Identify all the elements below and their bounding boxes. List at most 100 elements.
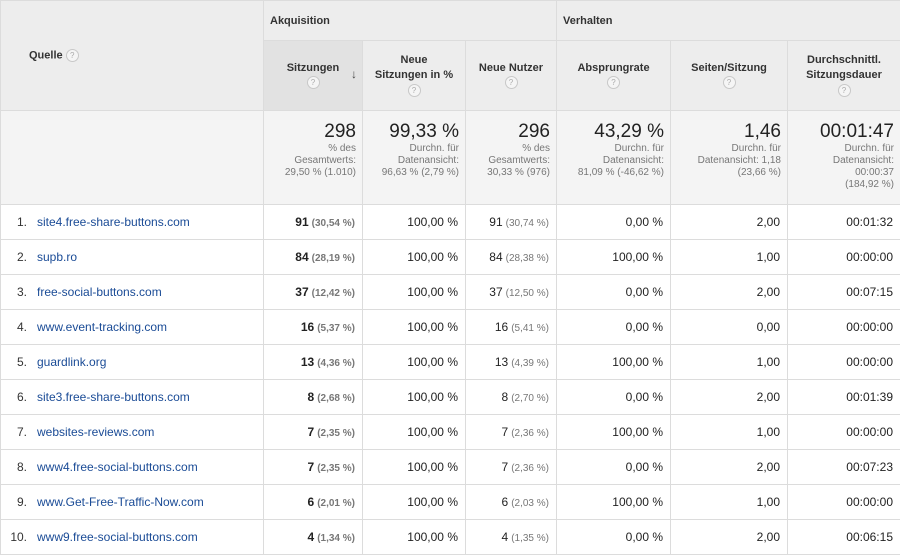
- help-icon[interactable]: ?: [408, 84, 421, 97]
- column-label-avg-duration: Durchschnittl. Sitzungsdauer: [792, 53, 896, 83]
- new-users-value: 91: [489, 215, 502, 229]
- source-cell: 1.site4.free-share-buttons.com: [1, 205, 264, 240]
- avg-duration-cell: 00:01:39: [788, 380, 900, 415]
- avg-duration-cell: 00:07:15: [788, 275, 900, 310]
- source-link[interactable]: websites-reviews.com: [37, 425, 154, 439]
- new-users-percent: (2,70 %): [511, 393, 549, 404]
- new-users-percent: (12,50 %): [506, 288, 549, 299]
- source-link[interactable]: supb.ro: [37, 250, 77, 264]
- sessions-cell: 4(1,34 %): [264, 520, 363, 555]
- sessions-cell: 13(4,36 %): [264, 345, 363, 380]
- sessions-cell: 7(2,35 %): [264, 415, 363, 450]
- source-cell: 8.www4.free-social-buttons.com: [1, 450, 264, 485]
- report-table: Quelle ? Akquisition Verhalten Sitzungen…: [0, 0, 900, 555]
- avg-duration-cell: 00:00:00: [788, 345, 900, 380]
- pages-session-cell: 1,00: [671, 485, 788, 520]
- column-header-new-sessions[interactable]: Neue Sitzungen in % ?: [363, 41, 466, 111]
- new-users-value: 37: [489, 285, 502, 299]
- pages-session-cell: 1,00: [671, 415, 788, 450]
- sessions-value: 6: [308, 495, 315, 509]
- source-link[interactable]: free-social-buttons.com: [37, 285, 162, 299]
- sessions-value: 7: [308, 425, 315, 439]
- totals-pages-session: 1,46 Durchn. für Datenansicht: 1,18 (23,…: [671, 111, 788, 205]
- bounce-rate-cell: 0,00 %: [557, 310, 671, 345]
- sessions-value: 13: [301, 355, 314, 369]
- help-icon[interactable]: ?: [838, 84, 851, 97]
- table-row: 1.site4.free-share-buttons.com 91(30,54 …: [1, 205, 900, 240]
- row-index: 6.: [1, 390, 37, 404]
- sessions-value: 84: [295, 250, 308, 264]
- new-sessions-cell: 100,00 %: [363, 345, 466, 380]
- column-header-pages-session[interactable]: Seiten/Sitzung ?: [671, 41, 788, 111]
- row-index: 7.: [1, 425, 37, 439]
- help-icon[interactable]: ?: [505, 76, 518, 89]
- row-index: 2.: [1, 250, 37, 264]
- sessions-cell: 37(12,42 %): [264, 275, 363, 310]
- new-users-cell: 37 (12,50 %): [466, 275, 557, 310]
- source-cell: 6.site3.free-share-buttons.com: [1, 380, 264, 415]
- source-cell: 7.websites-reviews.com: [1, 415, 264, 450]
- source-link[interactable]: guardlink.org: [37, 355, 106, 369]
- bounce-rate-cell: 100,00 %: [557, 345, 671, 380]
- new-users-cell: 16(5,41 %): [466, 310, 557, 345]
- new-users-percent: (1,35 %): [511, 533, 549, 544]
- sessions-value: 4: [308, 530, 315, 544]
- group-header-acquisition: Akquisition: [264, 1, 557, 41]
- source-link[interactable]: site4.free-share-buttons.com: [37, 215, 190, 229]
- source-link[interactable]: www.event-tracking.com: [37, 320, 167, 334]
- new-sessions-cell: 100,00 %: [363, 240, 466, 275]
- new-users-percent: (2,03 %): [511, 498, 549, 509]
- column-header-sessions[interactable]: Sitzungen ↓ ?: [264, 41, 363, 111]
- column-header-source[interactable]: Quelle ?: [1, 1, 264, 111]
- bounce-rate-cell: 100,00 %: [557, 415, 671, 450]
- pages-session-cell: 1,00: [671, 345, 788, 380]
- pages-session-cell: 2,00: [671, 520, 788, 555]
- sessions-cell: 16(5,37 %): [264, 310, 363, 345]
- new-users-cell: 8(2,70 %): [466, 380, 557, 415]
- avg-duration-cell: 00:06:15: [788, 520, 900, 555]
- new-sessions-cell: 100,00 %: [363, 275, 466, 310]
- new-users-cell: 91(30,74 %): [466, 205, 557, 240]
- source-link[interactable]: www.Get-Free-Traffic-Now.com: [37, 495, 204, 509]
- source-link[interactable]: www4.free-social-buttons.com: [37, 460, 198, 474]
- pages-session-cell: 1,00: [671, 240, 788, 275]
- new-users-percent: (2,36 %): [511, 428, 549, 439]
- help-icon[interactable]: ?: [607, 76, 620, 89]
- row-index: 4.: [1, 320, 37, 334]
- table-row: 4.www.event-tracking.com 16(5,37 %) 100,…: [1, 310, 900, 345]
- pages-session-cell: 2,00: [671, 275, 788, 310]
- totals-source-cell: [1, 111, 264, 205]
- row-index: 1.: [1, 215, 37, 229]
- column-header-avg-duration[interactable]: Durchschnittl. Sitzungsdauer ?: [788, 41, 900, 111]
- table-row: 9.www.Get-Free-Traffic-Now.com 6(2,01 %)…: [1, 485, 900, 520]
- help-icon[interactable]: ?: [307, 76, 320, 89]
- source-link[interactable]: site3.free-share-buttons.com: [37, 390, 190, 404]
- bounce-rate-cell: 0,00 %: [557, 205, 671, 240]
- source-cell: 5.guardlink.org: [1, 345, 264, 380]
- pages-session-cell: 2,00: [671, 380, 788, 415]
- table-row: 2.supb.ro 84(28,19 %) 100,00 % 84(28,38 …: [1, 240, 900, 275]
- column-header-bounce-rate[interactable]: Absprungrate ?: [557, 41, 671, 111]
- help-icon[interactable]: ?: [66, 49, 79, 62]
- sessions-value: 8: [308, 390, 315, 404]
- table-row: 3.free-social-buttons.com 37(12,42 %) 10…: [1, 275, 900, 310]
- new-sessions-cell: 100,00 %: [363, 310, 466, 345]
- sessions-percent: (1,34 %): [317, 533, 355, 544]
- source-link[interactable]: www9.free-social-buttons.com: [37, 530, 198, 544]
- column-header-new-users[interactable]: Neue Nutzer ?: [466, 41, 557, 111]
- row-index: 3.: [1, 285, 37, 299]
- bounce-rate-cell: 0,00 %: [557, 520, 671, 555]
- pages-session-cell: 0,00: [671, 310, 788, 345]
- sessions-percent: (2,68 %): [317, 393, 355, 404]
- new-users-value: 7: [502, 425, 509, 439]
- new-users-value: 16: [495, 320, 508, 334]
- sessions-percent: (2,35 %): [317, 428, 355, 439]
- help-icon[interactable]: ?: [723, 76, 736, 89]
- sessions-value: 91: [295, 215, 308, 229]
- totals-bounce-rate: 43,29 % Durchn. für Datenansicht: 81,09 …: [557, 111, 671, 205]
- sort-down-icon[interactable]: ↓: [351, 67, 357, 82]
- new-sessions-cell: 100,00 %: [363, 415, 466, 450]
- avg-duration-cell: 00:00:00: [788, 485, 900, 520]
- column-label-pages-session: Seiten/Sitzung: [675, 61, 783, 76]
- sessions-percent: (28,19 %): [312, 253, 355, 264]
